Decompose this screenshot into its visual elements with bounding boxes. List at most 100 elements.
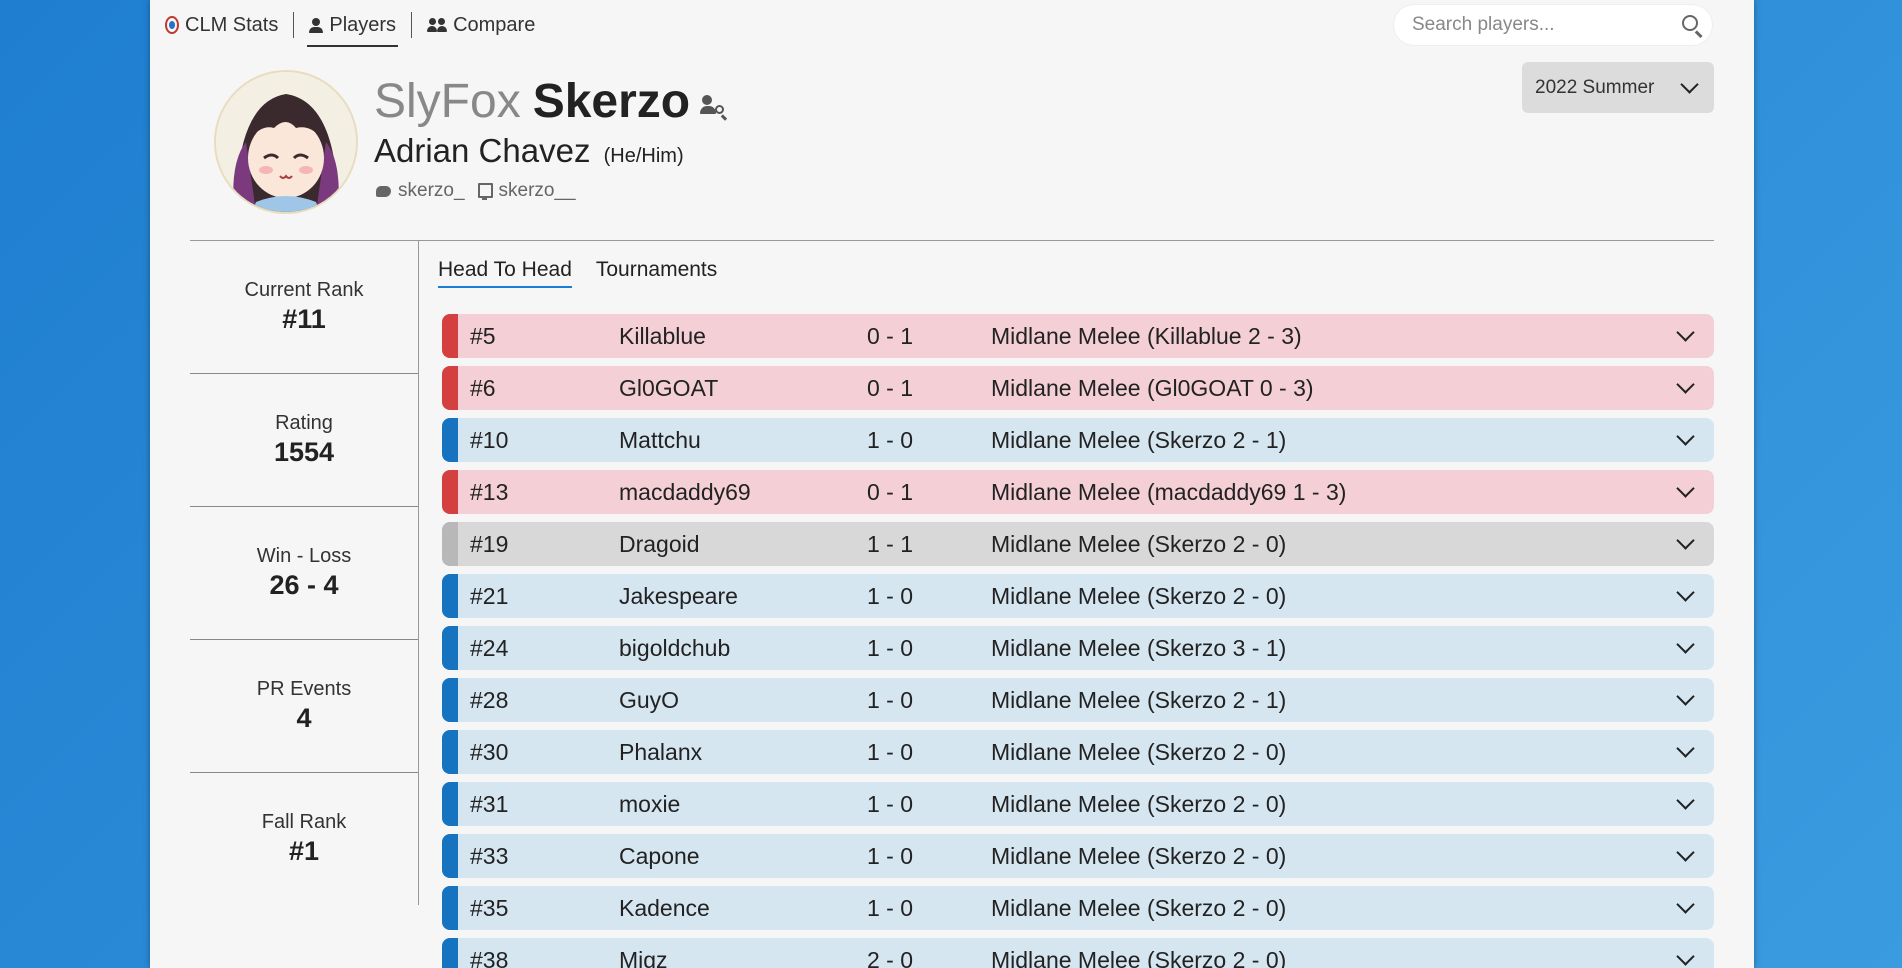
chevron-down-icon[interactable]: [1676, 687, 1695, 706]
set-record: 1 - 0: [867, 738, 914, 765]
last-event: Midlane Melee (Gl0GOAT 0 - 3): [991, 374, 1314, 401]
sponsor-prefix: SlyFox: [374, 75, 521, 128]
result-bar: [442, 626, 458, 670]
tab-tournaments[interactable]: Tournaments: [596, 258, 717, 286]
h2h-row[interactable]: #38 Migz 2 - 0 Midlane Melee (Skerzo 2 - 0): [442, 938, 1714, 968]
last-event: Midlane Melee (Skerzo 2 - 0): [991, 946, 1287, 968]
nav-players-link[interactable]: Players: [307, 1, 398, 49]
nav-players-label: Players: [329, 13, 397, 36]
opponent-rank: #6: [470, 374, 496, 401]
chevron-down-icon[interactable]: [1676, 843, 1695, 862]
nav-brand-link[interactable]: CLM Stats: [165, 1, 278, 49]
opponent-name: Mattchu: [619, 426, 701, 453]
chevron-down-icon[interactable]: [1676, 427, 1695, 446]
player-page: CLM Stats Players Compare 2022 Summer: [150, 0, 1754, 968]
stat-value: 4: [296, 703, 312, 733]
stat-pr-events: PR Events 4: [190, 640, 418, 773]
h2h-row[interactable]: #19 Dragoid 1 - 1 Midlane Melee (Skerzo 2 -…: [442, 522, 1714, 566]
stat-value: #11: [282, 304, 326, 334]
last-event: Midlane Melee (Skerzo 2 - 0): [991, 842, 1287, 869]
chevron-down-icon[interactable]: [1676, 479, 1695, 498]
chevron-down-icon[interactable]: [1676, 583, 1695, 602]
result-bar: [442, 678, 458, 722]
nav-compare-link[interactable]: Compare: [427, 1, 535, 49]
twitch-link[interactable]: skerzo__: [499, 180, 576, 202]
set-record: 0 - 1: [867, 478, 914, 505]
h2h-row[interactable]: #10 Mattchu 1 - 0 Midlane Melee (Skerzo 2 -…: [442, 418, 1714, 462]
set-record: 0 - 1: [867, 374, 914, 401]
stat-label: Fall Rank: [261, 811, 347, 833]
opponent-rank: #30: [470, 738, 509, 765]
chevron-down-icon[interactable]: [1676, 947, 1695, 966]
h2h-row[interactable]: #28 GuyO 1 - 0 Midlane Melee (Skerzo 2 - 1): [442, 678, 1714, 722]
stat-label: Current Rank: [244, 279, 364, 301]
claim-profile-icon[interactable]: [700, 94, 730, 123]
season-select-value: 2022 Summer: [1535, 76, 1655, 98]
last-event: Midlane Melee (Skerzo 2 - 1): [991, 686, 1287, 713]
h2h-row[interactable]: #6 Gl0GOAT 0 - 1 Midlane Melee (Gl0GOAT 0 -…: [442, 366, 1714, 410]
opponent-name: Dragoid: [619, 530, 700, 557]
last-event: Midlane Melee (Skerzo 3 - 1): [991, 634, 1287, 661]
h2h-row[interactable]: #30 Phalanx 1 - 0 Midlane Melee (Skerzo 2 -…: [442, 730, 1714, 774]
chevron-down-icon: [1680, 75, 1699, 94]
opponent-name: Kadence: [619, 894, 710, 921]
h2h-row[interactable]: #31 moxie 1 - 0 Midlane Melee (Skerzo 2 - 0…: [442, 782, 1714, 826]
h2h-row[interactable]: #21 Jakespeare 1 - 0 Midlane Melee (Skerzo …: [442, 574, 1714, 618]
real-name: Adrian Chavez (He/Him): [374, 132, 684, 170]
last-event: Midlane Melee (Killablue 2 - 3): [991, 322, 1302, 349]
set-record: 1 - 0: [867, 634, 914, 661]
set-record: 1 - 1: [867, 530, 914, 557]
last-event: Midlane Melee (Skerzo 2 - 0): [991, 790, 1287, 817]
pronouns: (He/Him): [603, 145, 684, 167]
chevron-down-icon[interactable]: [1676, 739, 1695, 758]
search-icon[interactable]: [1682, 15, 1698, 31]
twitter-link[interactable]: skerzo_: [398, 180, 465, 202]
stat-label: Rating: [275, 412, 333, 434]
social-links: skerzo_ skerzo__: [374, 180, 576, 202]
opponent-name: Killablue: [619, 322, 706, 349]
head-to-head-list: #5 Killablue 0 - 1 Midlane Melee (Killablue…: [442, 314, 1714, 968]
h2h-row[interactable]: #24 bigoldchub 1 - 0 Midlane Melee (Skerzo …: [442, 626, 1714, 670]
h2h-row[interactable]: #35 Kadence 1 - 0 Midlane Melee (Skerzo 2 -…: [442, 886, 1714, 930]
opponent-rank: #33: [470, 842, 509, 869]
stat-rating: Rating 1554: [190, 374, 418, 507]
player-search: [1394, 5, 1712, 45]
last-event: Midlane Melee (Skerzo 2 - 0): [991, 582, 1287, 609]
set-record: 2 - 0: [867, 946, 914, 968]
chevron-down-icon[interactable]: [1676, 895, 1695, 914]
result-bar: [442, 574, 458, 618]
result-bar: [442, 938, 458, 968]
stat-win-loss: Win - Loss 26 - 4: [190, 507, 418, 640]
opponent-rank: #13: [470, 478, 509, 505]
h2h-row[interactable]: #13 macdaddy69 0 - 1 Midlane Melee (macdadd…: [442, 470, 1714, 514]
set-record: 1 - 0: [867, 842, 914, 869]
set-record: 0 - 1: [867, 322, 914, 349]
opponent-name: macdaddy69: [619, 478, 751, 505]
real-name-text: Adrian Chavez: [374, 132, 591, 169]
season-select[interactable]: 2022 Summer: [1522, 62, 1714, 113]
h2h-row[interactable]: #33 Capone 1 - 0 Midlane Melee (Skerzo 2 - …: [442, 834, 1714, 878]
stat-current-rank: Current Rank #11: [190, 241, 418, 374]
opponent-rank: #35: [470, 894, 509, 921]
chevron-down-icon[interactable]: [1676, 375, 1695, 394]
set-record: 1 - 0: [867, 686, 914, 713]
stat-value: 26 - 4: [269, 570, 339, 600]
set-record: 1 - 0: [867, 894, 914, 921]
tab-head-to-head[interactable]: Head To Head: [438, 258, 572, 288]
chevron-down-icon[interactable]: [1676, 323, 1695, 342]
chevron-down-icon[interactable]: [1676, 635, 1695, 654]
opponent-rank: #21: [470, 582, 509, 609]
last-event: Midlane Melee (Skerzo 2 - 0): [991, 530, 1287, 557]
search-input[interactable]: [1410, 13, 1674, 37]
result-bar: [442, 834, 458, 878]
opponent-name: bigoldchub: [619, 634, 731, 661]
nav-divider: [411, 12, 413, 38]
top-nav: CLM Stats Players Compare: [165, 0, 535, 50]
set-record: 1 - 0: [867, 426, 914, 453]
h2h-row[interactable]: #5 Killablue 0 - 1 Midlane Melee (Killablue…: [442, 314, 1714, 358]
last-event: Midlane Melee (Skerzo 2 - 1): [991, 426, 1287, 453]
result-bar: [442, 366, 458, 410]
result-bar: [442, 470, 458, 514]
chevron-down-icon[interactable]: [1676, 531, 1695, 550]
chevron-down-icon[interactable]: [1676, 791, 1695, 810]
